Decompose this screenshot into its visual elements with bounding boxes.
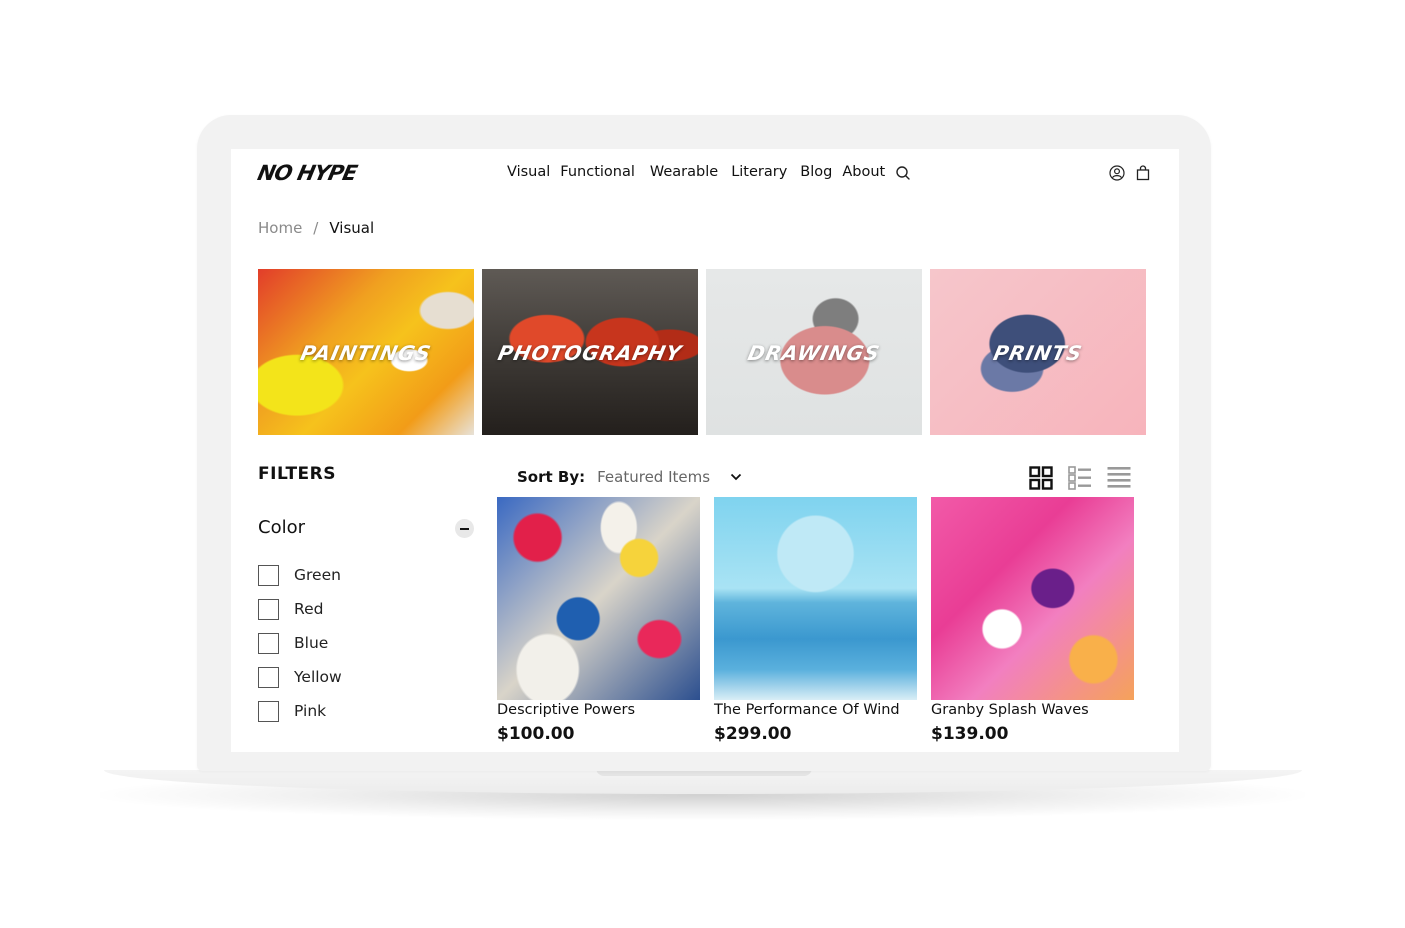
filter-option-label: Red [294, 600, 324, 618]
search-icon[interactable] [895, 165, 911, 181]
nav-item-literary[interactable]: Literary [731, 164, 787, 181]
nav-item-wearable[interactable]: Wearable [650, 164, 718, 181]
category-label: PRINTS [991, 341, 1085, 365]
product-image[interactable] [931, 497, 1134, 700]
filter-option-blue[interactable]: Blue [258, 626, 342, 660]
filter-option-label: Yellow [294, 668, 342, 686]
sort-select[interactable]: Featured Items [597, 468, 710, 486]
nav-item-functional[interactable]: Functional [560, 164, 635, 181]
grid-list-icon[interactable] [1068, 466, 1092, 490]
filter-option-label: Pink [294, 702, 327, 720]
filter-option-yellow[interactable]: Yellow [258, 660, 342, 694]
screen: NO HYPE Visual Functional Wearable Liter… [231, 149, 1179, 752]
grid-large-icon[interactable] [1029, 466, 1053, 490]
collapse-icon[interactable] [455, 519, 474, 538]
brand-logo[interactable]: NO HYPE [255, 161, 358, 185]
filter-option-label: Green [294, 566, 341, 584]
product-card[interactable]: Descriptive Powers $100.00 [497, 497, 700, 744]
breadcrumb-separator: / [313, 219, 319, 237]
filter-option-pink[interactable]: Pink [258, 694, 342, 728]
product-price: $100.00 [497, 724, 575, 744]
nav-item-about[interactable]: About [842, 164, 885, 181]
product-card[interactable]: The Performance Of Wind $299.00 [714, 497, 917, 744]
category-tile-photography[interactable]: PHOTOGRAPHY [482, 269, 698, 435]
nav-item-visual[interactable]: Visual [507, 164, 550, 181]
category-tiles: PAINTINGS PHOTOGRAPHY DRAWINGS PRINTS [258, 269, 1146, 435]
header-actions [1109, 165, 1151, 181]
product-card[interactable]: Granby Splash Waves $139.00 [931, 497, 1134, 744]
filter-group-title[interactable]: Color [258, 517, 305, 538]
filter-option-green[interactable]: Green [258, 558, 342, 592]
category-label: DRAWINGS [745, 341, 883, 365]
account-icon[interactable] [1109, 165, 1125, 181]
category-tile-paintings[interactable]: PAINTINGS [258, 269, 474, 435]
view-toggles [1029, 466, 1131, 490]
category-label: PAINTINGS [298, 341, 434, 365]
product-image[interactable] [497, 497, 700, 700]
checkbox[interactable] [258, 632, 279, 654]
category-tile-prints[interactable]: PRINTS [930, 269, 1146, 435]
filters-title: FILTERS [258, 464, 336, 484]
product-title[interactable]: The Performance Of Wind [714, 702, 917, 718]
filter-option-label: Blue [294, 634, 329, 652]
main-nav: Visual Functional Wearable Literary Blog… [507, 164, 911, 181]
sort-bar: Sort By: Featured Items [517, 468, 742, 486]
list-icon[interactable] [1107, 466, 1131, 490]
checkbox[interactable] [258, 666, 279, 688]
nav-item-blog[interactable]: Blog [800, 164, 832, 181]
category-tile-drawings[interactable]: DRAWINGS [706, 269, 922, 435]
breadcrumb-home[interactable]: Home [258, 219, 302, 237]
category-label: PHOTOGRAPHY [495, 341, 685, 365]
product-price: $299.00 [714, 724, 792, 744]
product-title[interactable]: Granby Splash Waves [931, 702, 1134, 718]
filter-option-red[interactable]: Red [258, 592, 342, 626]
product-price: $139.00 [931, 724, 1009, 744]
color-filter-list: Green Red Blue Yellow Pink [258, 558, 342, 728]
product-grid: Descriptive Powers $100.00 The Performan… [497, 497, 1134, 744]
chevron-down-icon[interactable] [730, 473, 742, 481]
breadcrumb-current: Visual [329, 219, 375, 237]
checkbox[interactable] [258, 598, 279, 620]
checkbox[interactable] [258, 700, 279, 722]
checkbox[interactable] [258, 564, 279, 586]
sort-label: Sort By: [517, 468, 586, 486]
product-title[interactable]: Descriptive Powers [497, 702, 700, 718]
cart-icon[interactable] [1135, 165, 1151, 181]
product-image[interactable] [714, 497, 917, 700]
breadcrumb: Home / Visual [258, 219, 374, 237]
